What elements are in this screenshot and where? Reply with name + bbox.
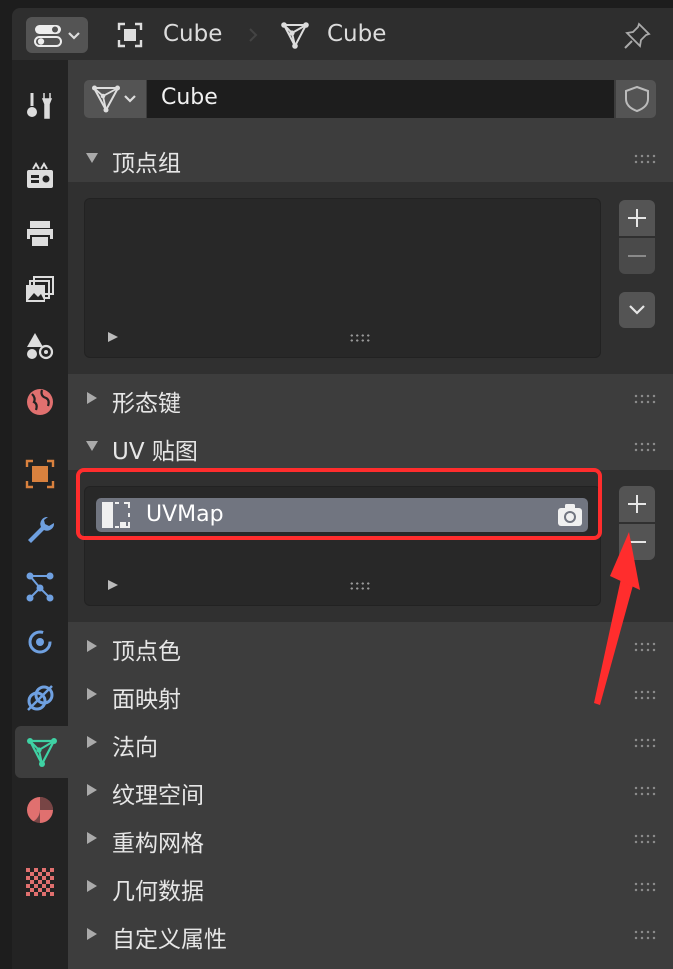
collapsed-arrow-icon bbox=[87, 832, 97, 844]
physics-icon bbox=[28, 630, 52, 654]
material-icon bbox=[27, 797, 53, 823]
wrench-icon bbox=[28, 516, 55, 543]
tool-icon bbox=[27, 93, 53, 119]
mesh-name-field[interactable]: Cube bbox=[147, 80, 614, 118]
section-uv-maps-header[interactable]: UV 贴图 bbox=[68, 422, 673, 470]
properties-tab-bar bbox=[12, 60, 68, 969]
mesh-data-tab-icon bbox=[26, 738, 57, 767]
section-vertex-groups-header[interactable]: 顶点组 bbox=[68, 134, 673, 182]
checker-texture-icon bbox=[26, 868, 54, 896]
breadcrumb-mesh-name: Cube bbox=[327, 21, 387, 47]
drag-handle-icon[interactable] bbox=[633, 881, 657, 893]
breadcrumb-object-name: Cube bbox=[163, 21, 223, 47]
tab-data[interactable] bbox=[15, 726, 68, 778]
section-vertex-groups-label: 顶点组 bbox=[112, 151, 181, 177]
tab-material[interactable] bbox=[12, 784, 68, 836]
section-vertex-colors-label: 顶点色 bbox=[112, 639, 181, 665]
tab-tool[interactable] bbox=[12, 80, 68, 132]
tab-modifiers[interactable] bbox=[12, 504, 68, 556]
drag-handle-icon[interactable] bbox=[633, 689, 657, 701]
tab-constraints[interactable] bbox=[12, 672, 68, 724]
drag-handle-icon[interactable] bbox=[633, 441, 657, 453]
tab-particles[interactable] bbox=[12, 560, 68, 612]
output-icon bbox=[27, 221, 53, 248]
mesh-datablock-selector: Cube bbox=[84, 80, 656, 118]
vertex-group-specials-button[interactable] bbox=[619, 292, 655, 328]
annotation-highlight-box bbox=[76, 468, 602, 540]
collapsed-arrow-icon bbox=[87, 784, 97, 796]
tab-render[interactable] bbox=[12, 150, 68, 202]
expanded-arrow-icon bbox=[86, 441, 98, 451]
list-filter-arrow-icon[interactable] bbox=[107, 579, 119, 591]
section-custom-props-header[interactable]: 自定义属性 bbox=[68, 910, 673, 958]
list-resize-grip-icon[interactable] bbox=[349, 333, 371, 343]
section-normals-header[interactable]: 法向 bbox=[68, 718, 673, 766]
world-icon bbox=[27, 389, 53, 415]
section-geometry-data-header[interactable]: 几何数据 bbox=[68, 862, 673, 910]
section-shape-keys-header[interactable]: 形态键 bbox=[68, 374, 673, 422]
constraints-icon bbox=[27, 685, 54, 711]
drag-handle-icon[interactable] bbox=[633, 153, 657, 165]
section-remesh-label: 重构网格 bbox=[112, 831, 204, 857]
tab-scene[interactable] bbox=[12, 320, 68, 372]
section-texture-space-label: 纹理空间 bbox=[112, 783, 204, 809]
fake-user-button[interactable] bbox=[616, 80, 656, 118]
drag-handle-icon[interactable] bbox=[633, 785, 657, 797]
mesh-name-value: Cube bbox=[161, 85, 218, 110]
tab-object[interactable] bbox=[12, 448, 68, 500]
tab-output[interactable] bbox=[12, 208, 68, 260]
tab-physics[interactable] bbox=[12, 616, 68, 668]
object-properties-icon bbox=[25, 459, 55, 489]
section-geometry-data-label: 几何数据 bbox=[112, 879, 204, 905]
drag-handle-icon[interactable] bbox=[633, 737, 657, 749]
section-shape-keys-label: 形态键 bbox=[112, 391, 181, 417]
drag-handle-icon[interactable] bbox=[633, 833, 657, 845]
breadcrumb-separator-icon bbox=[249, 28, 258, 42]
pin-icon[interactable] bbox=[622, 21, 652, 51]
object-icon bbox=[117, 22, 143, 48]
tab-world[interactable] bbox=[12, 376, 68, 428]
minus-icon bbox=[628, 255, 646, 257]
plus-icon bbox=[628, 209, 646, 227]
section-normals-label: 法向 bbox=[112, 735, 158, 761]
section-uv-maps-label: UV 贴图 bbox=[112, 439, 198, 465]
editor-type-button[interactable] bbox=[26, 17, 88, 53]
view-layer-icon bbox=[26, 276, 54, 302]
section-face-maps-header[interactable]: 面映射 bbox=[68, 670, 673, 718]
collapsed-arrow-icon bbox=[87, 928, 97, 940]
vertex-groups-panel bbox=[68, 182, 673, 374]
section-custom-props-label: 自定义属性 bbox=[112, 927, 227, 953]
section-face-maps-label: 面映射 bbox=[112, 687, 181, 713]
list-filter-arrow-icon[interactable] bbox=[107, 331, 119, 343]
properties-main-panel: Cube 顶点组 形态键 UV 贴图 UVMap 顶点色 面映射 法向 纹理空间… bbox=[68, 60, 673, 969]
add-vertex-group-button[interactable] bbox=[619, 200, 655, 236]
properties-editor-icon bbox=[34, 25, 80, 47]
collapsed-arrow-icon bbox=[87, 880, 97, 892]
mesh-data-icon bbox=[281, 22, 309, 49]
chevron-down-icon bbox=[629, 305, 645, 315]
collapsed-arrow-icon bbox=[87, 640, 97, 652]
collapsed-arrow-icon bbox=[87, 392, 97, 404]
scene-icon bbox=[27, 333, 54, 360]
collapsed-arrow-icon bbox=[87, 688, 97, 700]
collapsed-arrow-icon bbox=[87, 736, 97, 748]
section-vertex-colors-header[interactable]: 顶点色 bbox=[68, 622, 673, 670]
expanded-arrow-icon bbox=[86, 153, 98, 163]
tab-view-layer[interactable] bbox=[12, 264, 68, 316]
list-resize-grip-icon[interactable] bbox=[349, 581, 371, 591]
vertex-groups-list[interactable] bbox=[84, 198, 601, 358]
mesh-browse-icon bbox=[92, 85, 136, 113]
shield-icon bbox=[625, 85, 649, 113]
particles-icon bbox=[26, 572, 54, 602]
properties-header: Cube Cube bbox=[12, 8, 673, 60]
section-texture-space-header[interactable]: 纹理空间 bbox=[68, 766, 673, 814]
section-remesh-header[interactable]: 重构网格 bbox=[68, 814, 673, 862]
render-icon bbox=[27, 162, 53, 188]
tab-texture[interactable] bbox=[12, 856, 68, 908]
drag-handle-icon[interactable] bbox=[633, 393, 657, 405]
drag-handle-icon[interactable] bbox=[633, 641, 657, 653]
browse-mesh-button[interactable] bbox=[84, 80, 146, 118]
drag-handle-icon[interactable] bbox=[633, 929, 657, 941]
remove-vertex-group-button[interactable] bbox=[619, 238, 655, 274]
